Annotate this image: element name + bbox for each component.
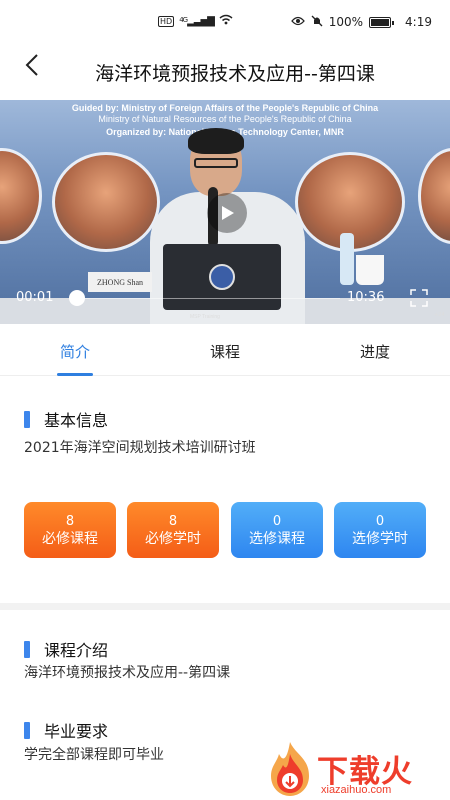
video-footer-label: MSP Training — [190, 314, 220, 320]
flame-logo-icon — [271, 742, 309, 796]
play-button[interactable] — [207, 193, 247, 233]
watermark: 下载火 xiazaihuo.com — [265, 740, 450, 800]
stat-label: 选修学时 — [352, 531, 408, 547]
course-intro-text: 海洋环境预报技术及应用--第四课 — [24, 665, 231, 681]
total-time: 10:36 — [347, 290, 385, 305]
status-bar: HD 4G▂▃▅▇ 100% 4:19 — [0, 0, 450, 44]
stat-value: 0 — [272, 514, 282, 529]
basic-info-text: 2021年海洋空间规划技术培训研讨班 — [24, 440, 256, 456]
fullscreen-icon — [410, 289, 428, 307]
section-marker — [24, 721, 30, 739]
graduation-text: 学完全部课程即可毕业 — [24, 747, 164, 763]
watermark-domain: xiazaihuo.com — [321, 784, 392, 796]
stat-required-hours: 8 必修学时 — [127, 502, 219, 558]
progress-scrubber[interactable] — [69, 290, 85, 306]
graduation-title: 毕业要求 — [44, 722, 109, 741]
battery-percent: 100% — [328, 15, 364, 29]
banner-photo — [52, 152, 160, 252]
section-marker — [24, 410, 30, 428]
stat-label: 选修课程 — [249, 531, 305, 547]
stat-elective-hours: 0 选修学时 — [334, 502, 426, 558]
stat-value: 8 — [65, 514, 75, 529]
network-indicators: HD 4G▂▃▅▇ — [158, 14, 233, 28]
play-icon — [222, 206, 234, 220]
page-title: 海洋环境预报技术及应用--第四课 — [95, 62, 375, 85]
eye-icon — [290, 15, 305, 29]
current-time: 00:01 — [16, 290, 54, 305]
basic-info-heading: 基本信息 — [24, 407, 108, 431]
tab-course[interactable]: 课程 — [180, 341, 270, 362]
stat-value: 0 — [375, 514, 385, 529]
wifi-icon — [219, 14, 233, 28]
stat-elective-courses: 0 选修课程 — [231, 502, 323, 558]
tab-intro[interactable]: 简介 — [30, 341, 120, 362]
tab-bar: 简介 课程 进度 — [0, 324, 450, 376]
fullscreen-button[interactable] — [410, 289, 428, 307]
water-bottle — [340, 233, 354, 285]
tab-progress[interactable]: 进度 — [330, 341, 420, 362]
video-corner-label: +24 — [434, 312, 445, 318]
stat-value: 8 — [168, 514, 178, 529]
cup — [356, 255, 384, 285]
video-controls: 00:01 10:36 — [0, 286, 450, 312]
back-button[interactable] — [18, 50, 48, 80]
nav-header: 海洋环境预报技术及应用--第四课 — [0, 44, 450, 100]
basic-info-title: 基本信息 — [44, 411, 109, 430]
graduation-heading: 毕业要求 — [24, 718, 108, 742]
network-type: HD — [158, 15, 175, 27]
chevron-left-icon — [25, 54, 38, 76]
battery-icon — [369, 16, 395, 28]
active-tab-indicator — [57, 373, 93, 376]
video-player[interactable]: Guided by: Ministry of Foreign Affairs o… — [0, 100, 450, 324]
stat-label: 必修学时 — [145, 531, 201, 547]
section-marker — [24, 640, 30, 658]
video-banner-line1: Guided by: Ministry of Foreign Affairs o… — [71, 103, 379, 113]
clock: 4:19 — [405, 15, 432, 29]
progress-track[interactable] — [85, 298, 340, 299]
course-intro-title: 课程介绍 — [44, 641, 109, 660]
mute-bell-icon — [311, 15, 323, 30]
course-intro-heading: 课程介绍 — [24, 637, 108, 661]
signal-icon: 4G▂▃▅▇ — [179, 15, 215, 27]
section-divider — [0, 603, 450, 610]
stat-label: 必修课程 — [42, 531, 98, 547]
video-banner-line2: Ministry of Natural Resources of the Peo… — [98, 114, 352, 124]
stat-required-courses: 8 必修课程 — [24, 502, 116, 558]
